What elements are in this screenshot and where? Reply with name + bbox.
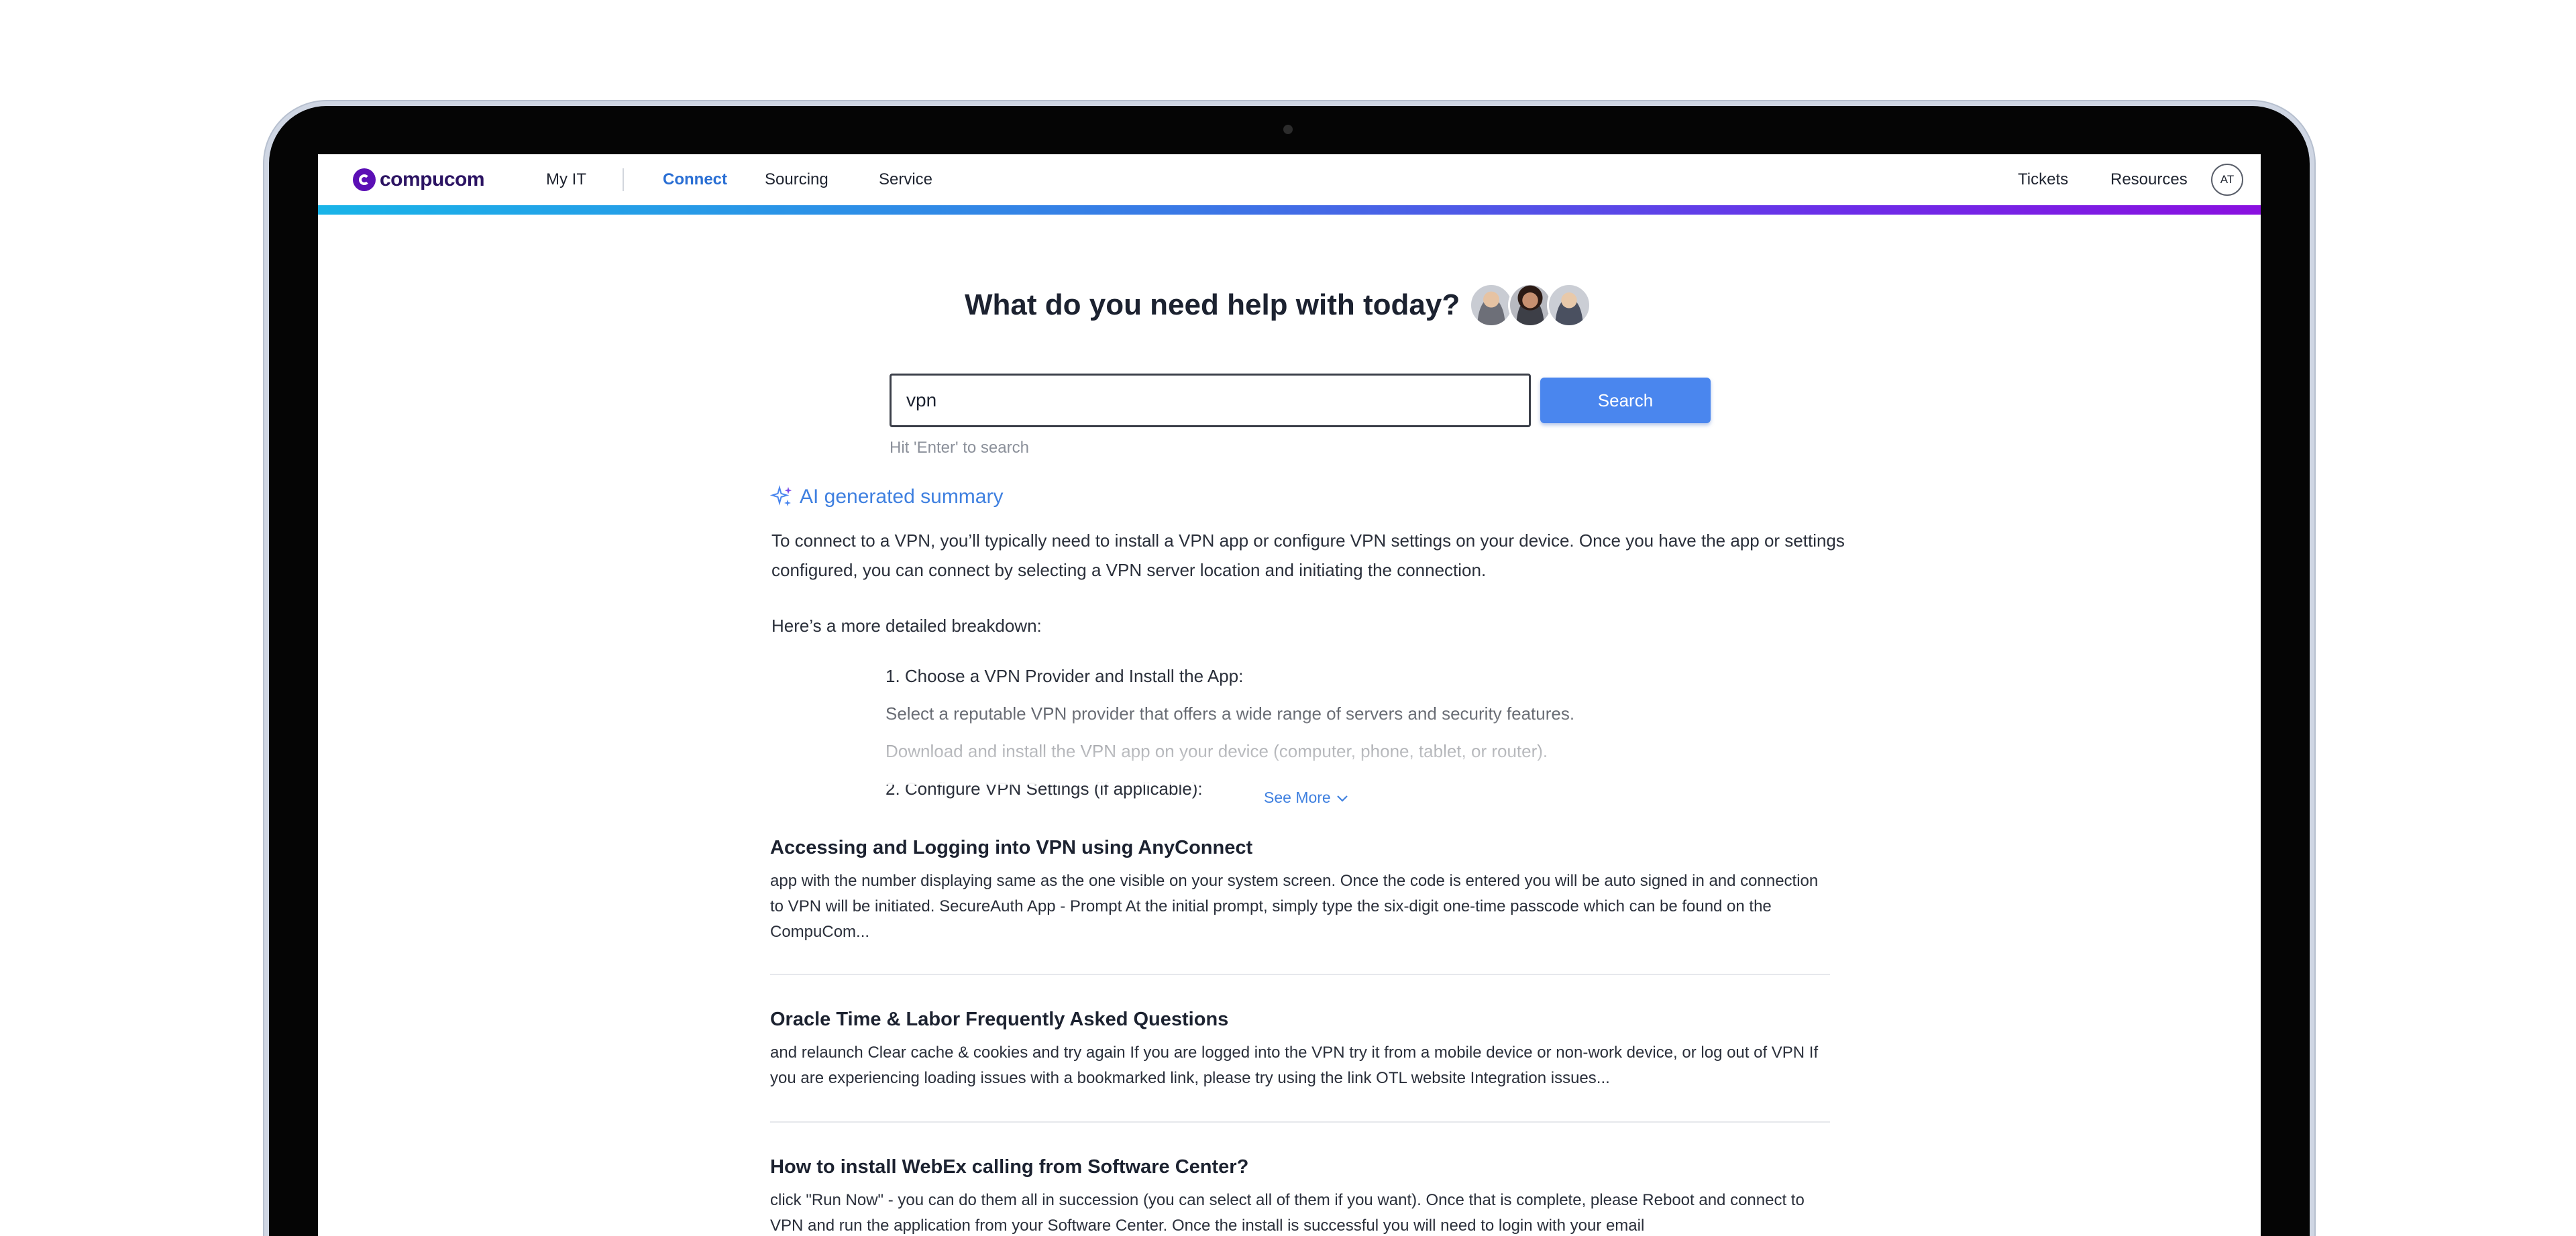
search-result[interactable]: Oracle Time & Labor Frequently Asked Que… xyxy=(770,1009,1830,1091)
app-screen: compucom My IT Connect Sourcing Service … xyxy=(318,154,2261,1236)
sparkle-icon xyxy=(770,485,792,506)
nav-item-service[interactable]: Service xyxy=(879,169,932,190)
brand-logo[interactable]: compucom xyxy=(353,168,485,192)
search-result[interactable]: How to install WebEx calling from Softwa… xyxy=(770,1156,1830,1236)
summary-step: 2. Configure VPN Settings (if applicable… xyxy=(885,779,1203,799)
nav-item-resources[interactable]: Resources xyxy=(2110,169,2188,190)
summary-step: Select a reputable VPN provider that off… xyxy=(885,704,1575,724)
compucom-logo-icon xyxy=(353,168,376,191)
result-title[interactable]: How to install WebEx calling from Softwa… xyxy=(770,1156,1830,1178)
result-snippet: and relaunch Clear cache & cookies and t… xyxy=(770,1044,1819,1087)
support-agents-avatars xyxy=(1469,283,1591,331)
accent-gradient-bar xyxy=(318,205,2261,215)
result-snippet: click "Run Now" - you can do them all in… xyxy=(770,1191,1805,1235)
ai-summary-intro: Here’s a more detailed breakdown: xyxy=(771,616,1042,636)
ai-summary-heading: AI generated summary xyxy=(770,485,1003,509)
search-input[interactable] xyxy=(890,374,1531,427)
agent-avatar xyxy=(1469,283,1513,327)
nav-item-tickets[interactable]: Tickets xyxy=(2018,169,2068,190)
result-snippet: app with the number displaying same as t… xyxy=(770,872,1819,941)
nav-item-my-it[interactable]: My IT xyxy=(546,169,586,190)
nav-item-connect[interactable]: Connect xyxy=(663,169,727,190)
result-divider xyxy=(770,1121,1830,1123)
summary-step: 1. Choose a VPN Provider and Install the… xyxy=(885,666,1244,686)
agent-avatar xyxy=(1547,283,1591,327)
search-hint: Hit 'Enter' to search xyxy=(890,439,1029,457)
result-divider xyxy=(770,974,1830,975)
top-navigation: compucom My IT Connect Sourcing Service … xyxy=(318,154,2261,205)
user-avatar[interactable]: AT xyxy=(2211,164,2243,196)
search-button[interactable]: Search xyxy=(1540,378,1711,423)
ai-summary-paragraph: To connect to a VPN, you’ll typically ne… xyxy=(771,530,1845,580)
page-title: What do you need help with today? xyxy=(965,288,1460,321)
result-title[interactable]: Accessing and Logging into VPN using Any… xyxy=(770,837,1830,859)
nav-divider xyxy=(623,168,624,191)
search-result[interactable]: Accessing and Logging into VPN using Any… xyxy=(770,837,1830,945)
see-more-button[interactable]: See More xyxy=(1264,789,1350,807)
brand-name: compucom xyxy=(380,168,485,190)
camera-dot xyxy=(1283,125,1293,134)
agent-avatar xyxy=(1508,283,1552,327)
ai-summary-steps: 1. Choose a VPN Provider and Install the… xyxy=(885,657,1825,807)
result-title[interactable]: Oracle Time & Labor Frequently Asked Que… xyxy=(770,1009,1830,1031)
see-more-label: See More xyxy=(1264,789,1331,806)
nav-item-sourcing[interactable]: Sourcing xyxy=(765,169,828,190)
summary-step: Download and install the VPN app on your… xyxy=(885,741,1548,761)
chevron-down-icon xyxy=(1336,795,1348,802)
ai-summary-title: AI generated summary xyxy=(800,486,1004,508)
